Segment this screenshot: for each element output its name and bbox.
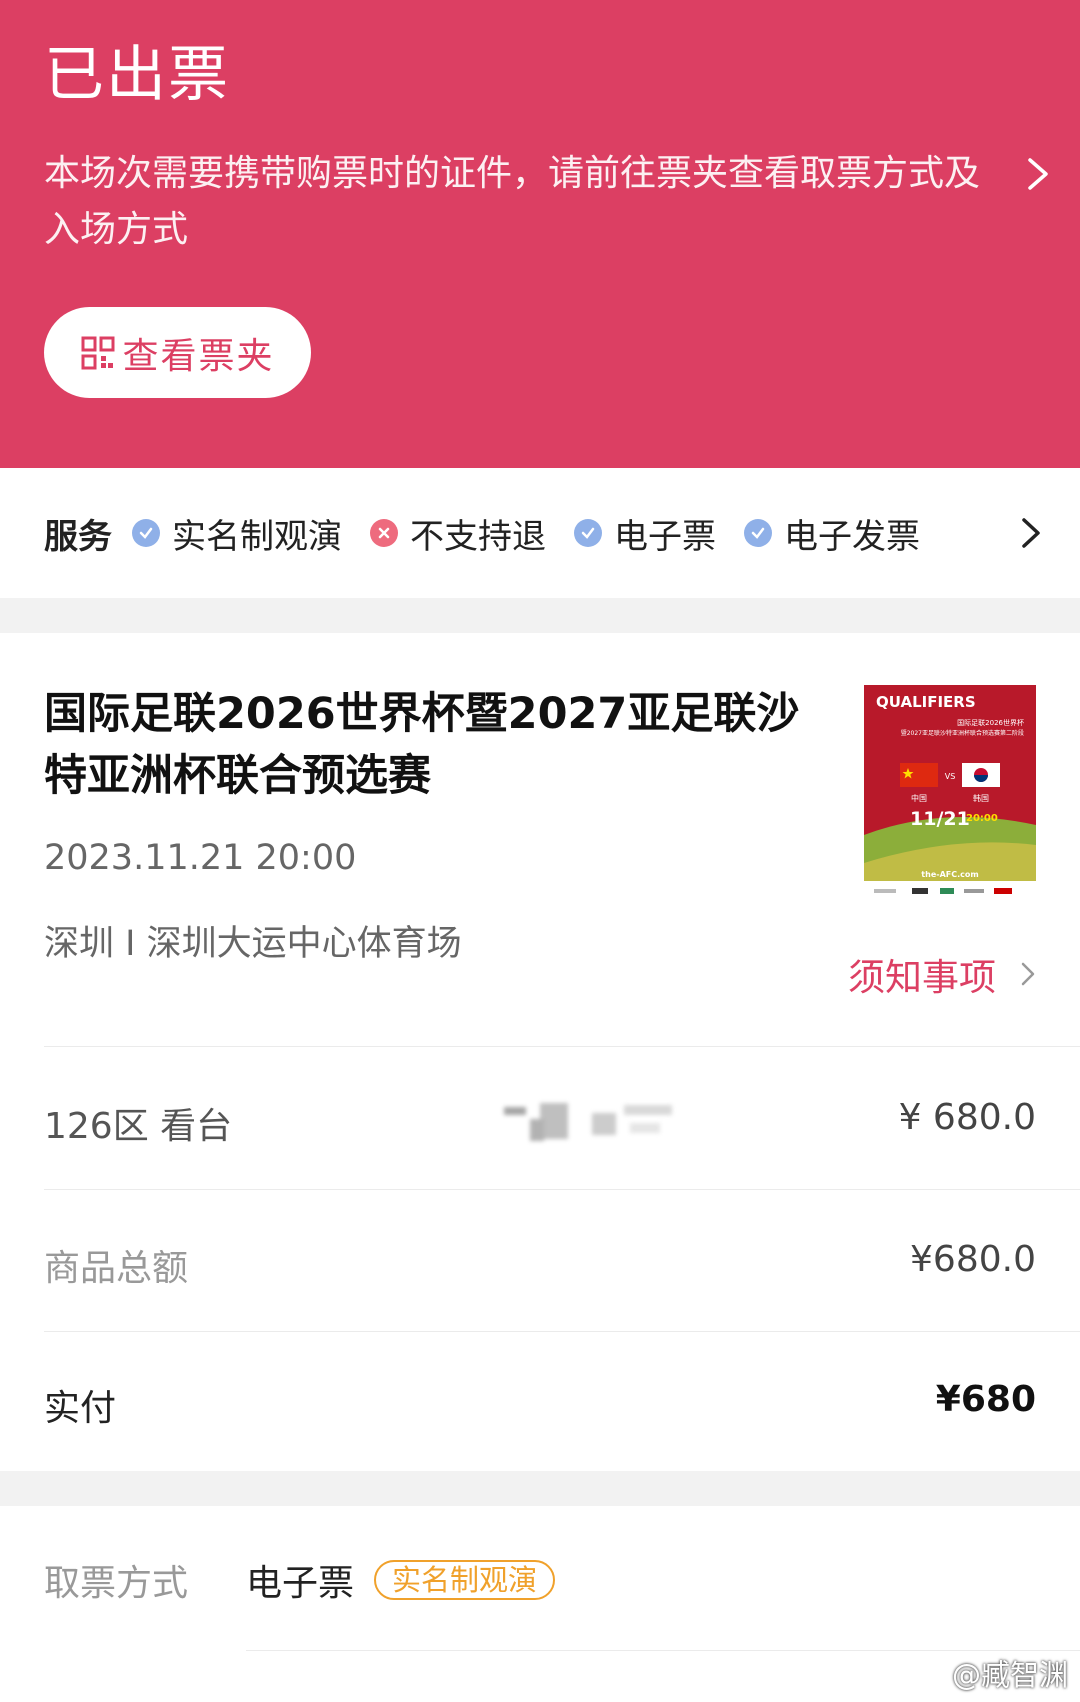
poster-website: the-AFC.com xyxy=(921,870,978,879)
notes-link[interactable]: 须知事项 xyxy=(848,947,1036,1001)
event-datetime: 2023.11.21 20:00 xyxy=(44,838,357,878)
divider xyxy=(246,1650,1080,1651)
service-item-label: 不支持退 xyxy=(410,516,546,557)
service-item-real-name: 实名制观演 xyxy=(132,509,342,558)
qr-code-icon xyxy=(81,336,115,369)
poster-date: 11/21 xyxy=(910,808,970,830)
poster-line2: 暨2027亚足联沙特亚洲杯联合预选赛第二阶段 xyxy=(901,729,1024,737)
poster-line1: 国际足联2026世界杯 xyxy=(957,718,1024,727)
service-item-e-invoice: 电子发票 xyxy=(744,509,920,558)
chevron-right-icon xyxy=(1021,962,1035,986)
seat-price: ¥ 680.0 xyxy=(898,1097,1036,1138)
paid-value: ¥680 xyxy=(935,1379,1036,1420)
check-circle-icon xyxy=(132,519,160,547)
seat-area-label: 126区 看台 xyxy=(44,1106,233,1147)
service-item-label: 电子票 xyxy=(614,516,716,557)
check-circle-icon xyxy=(744,519,772,547)
event-order-card: 国际足联2026世界杯暨2027亚足联沙特亚洲杯联合预选赛 2023.11.21… xyxy=(0,633,1080,1471)
service-item-no-refund: 不支持退 xyxy=(370,509,546,558)
event-venue: 深圳 I 深圳大运中心体育场 xyxy=(44,924,462,964)
divider xyxy=(44,1331,1080,1332)
event-poster[interactable]: QUALIFIERS 国际足联2026世界杯 暨2027亚足联沙特亚洲杯联合预选… xyxy=(864,685,1036,907)
notes-link-label: 须知事项 xyxy=(848,956,996,999)
chevron-right-icon[interactable] xyxy=(1018,514,1044,552)
divider xyxy=(44,1046,1080,1047)
paid-label: 实付 xyxy=(44,1388,117,1429)
real-name-tag: 实名制观演 xyxy=(374,1560,556,1600)
services-bar[interactable]: 服务 实名制观演 不支持退 电子票 电子发票 xyxy=(0,468,1080,598)
poster-brand: QUALIFIERS xyxy=(876,693,976,711)
view-ticket-folder-label: 查看票夹 xyxy=(122,335,275,377)
seat-number-redacted xyxy=(504,1103,672,1141)
event-title[interactable]: 国际足联2026世界杯暨2027亚足联沙特亚洲杯联合预选赛 xyxy=(44,683,814,807)
service-item-label: 电子发票 xyxy=(784,516,920,557)
order-status-title: 已出票 xyxy=(44,40,230,110)
watermark-text: @臧智渊 xyxy=(952,1658,1069,1692)
poster-graphic: QUALIFIERS 国际足联2026世界杯 暨2027亚足联沙特亚洲杯联合预选… xyxy=(864,685,1036,907)
cross-circle-icon xyxy=(370,519,398,547)
pickup-method-label: 取票方式 xyxy=(44,1563,189,1604)
watermark: @臧智渊 xyxy=(912,1652,1068,1694)
subtotal-label: 商品总额 xyxy=(44,1248,189,1289)
pickup-method-value: 电子票 xyxy=(246,1563,355,1604)
service-item-label: 实名制观演 xyxy=(172,516,342,557)
weibo-logo-icon xyxy=(912,1660,946,1688)
order-status-header: 已出票 本场次需要携带购票时的证件，请前往票夹查看取票方式及入场方式 查看票夹 xyxy=(0,0,1080,468)
service-item-e-ticket: 电子票 xyxy=(574,509,716,558)
services-label: 服务 xyxy=(44,516,112,557)
poster-team-home: 中国 xyxy=(911,793,927,803)
poster-team-away: 韩国 xyxy=(973,793,989,803)
divider xyxy=(44,1189,1080,1190)
check-circle-icon xyxy=(574,519,602,547)
poster-vs: VS xyxy=(945,772,956,781)
view-ticket-folder-button[interactable]: 查看票夹 xyxy=(44,307,311,398)
subtotal-value: ¥680.0 xyxy=(910,1239,1036,1280)
ticket-notice-link[interactable]: 本场次需要携带购票时的证件，请前往票夹查看取票方式及入场方式 xyxy=(44,146,989,258)
chevron-right-icon[interactable] xyxy=(1024,154,1052,194)
poster-time: 20:00 xyxy=(966,813,998,824)
